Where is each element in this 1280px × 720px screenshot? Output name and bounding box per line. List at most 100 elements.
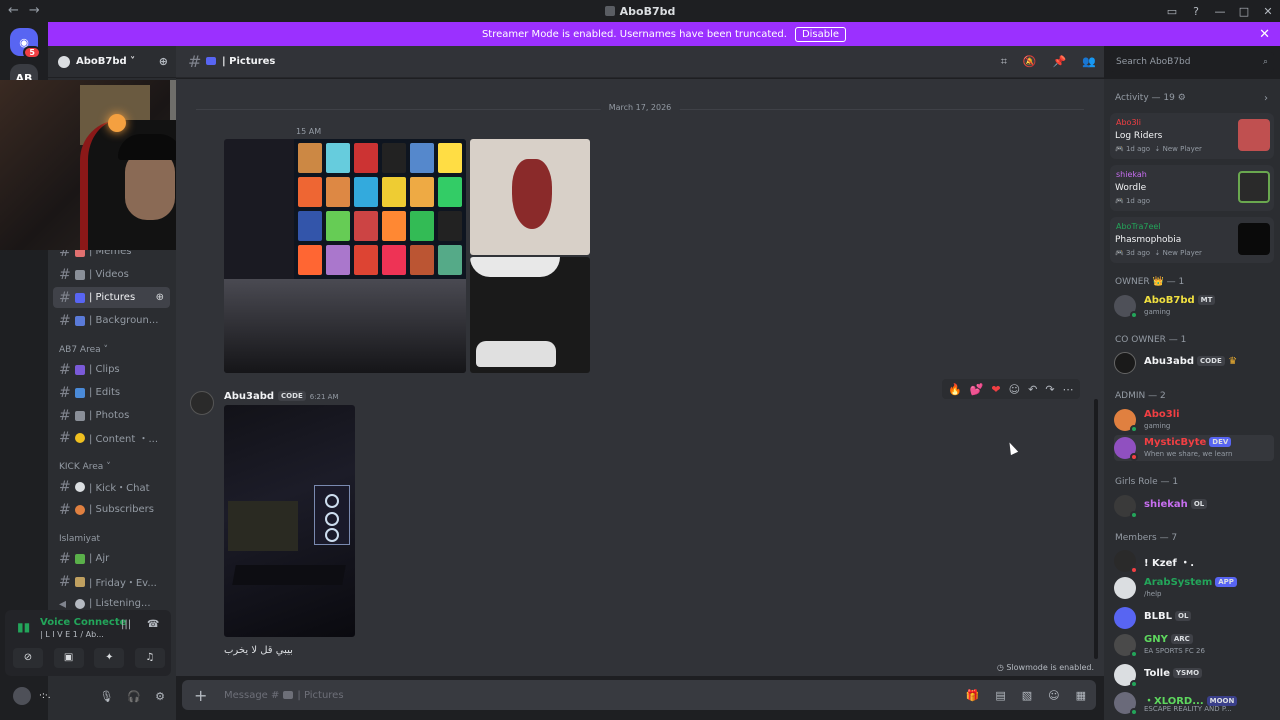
close-icon[interactable]: ✕ <box>1259 27 1270 42</box>
noise-suppression-icon[interactable]: ||| <box>121 619 131 630</box>
pin-icon[interactable]: 📌 <box>1053 55 1067 69</box>
camera-off-icon[interactable]: ⊘ <box>13 648 43 668</box>
chevron-right-icon[interactable]: › <box>1264 93 1268 104</box>
avatar[interactable] <box>190 391 214 415</box>
discord-home-icon[interactable]: ◉ 5 <box>10 28 41 59</box>
category-ab7[interactable]: AB7 Area ˅ <box>59 345 108 355</box>
channel-pictures[interactable]: # | Pictures ⊕ <box>53 287 170 308</box>
settings-gear-icon[interactable]: ⚙ <box>155 690 165 703</box>
webcam-lamp <box>108 114 126 132</box>
member-row[interactable]: ・XLORD... MOON ESCAPE REALITY AND P... <box>1114 690 1274 716</box>
microphone-icon[interactable]: 🎙 <box>99 690 113 703</box>
header-tools: ⌗ 🔕 📌 👥 <box>1001 55 1096 69</box>
channel-ajr[interactable]: # | Ajr <box>53 548 170 569</box>
activity-time: 3d ago <box>1125 249 1151 257</box>
member-row[interactable]: Abo3li gaming <box>1114 407 1274 433</box>
member-row[interactable]: shiekah OL <box>1114 493 1274 519</box>
search-input[interactable]: Search AboB7bd ⌕ <box>1110 52 1274 72</box>
add-reaction-icon[interactable]: ☺ <box>1009 383 1020 396</box>
category-label: KICK Area <box>59 462 104 472</box>
emoji-icon[interactable]: ☺ <box>1048 689 1059 702</box>
voice-channel-name[interactable]: | L I V E 1 / Ab... <box>40 630 104 639</box>
hash-icon: # <box>59 429 71 446</box>
channel-label: | Videos <box>89 269 129 280</box>
channel-kick-chat[interactable]: # | Kick・Chat <box>53 476 170 497</box>
member-row[interactable]: AboB7bd MT gaming <box>1114 293 1274 319</box>
channel-label: | Clips <box>89 364 120 375</box>
activity-header[interactable]: Activity — 19 ⚙ › <box>1115 93 1268 104</box>
add-user-icon[interactable]: ⊕ <box>159 55 168 68</box>
close-window-icon[interactable]: ✕ <box>1256 5 1280 18</box>
members-list-icon[interactable]: 👥 <box>1082 55 1096 69</box>
minimize-icon[interactable]: — <box>1208 5 1232 18</box>
activity-card[interactable]: shiekah Wordle 🎮 1d ago <box>1110 165 1274 211</box>
channel-videos[interactable]: # | Videos <box>53 264 170 285</box>
guild-header[interactable]: AboB7bd ˅ ⊕ <box>48 46 176 78</box>
member-name: MysticByte DEV <box>1144 437 1232 448</box>
gear-icon: ⚙ <box>1177 93 1186 103</box>
member-row[interactable]: ArabSystem APP /help <box>1114 575 1274 601</box>
voice-status[interactable]: Voice Connecte <box>40 617 126 628</box>
banner-text: Streamer Mode is enabled. Usernames have… <box>481 28 787 40</box>
soundboard-icon[interactable]: ♫ <box>134 648 165 668</box>
apps-icon[interactable]: ▦ <box>1076 689 1086 702</box>
webcam-cap <box>118 134 182 160</box>
gallery-image-monitor[interactable] <box>224 139 466 373</box>
channel-subscribers[interactable]: # | Subscribers <box>53 499 170 520</box>
gallery-image-car[interactable] <box>470 257 590 373</box>
notification-bell-icon[interactable]: 🔕 <box>1023 55 1037 69</box>
gif-icon[interactable]: ▤ <box>995 689 1005 702</box>
sticker-icon[interactable]: ▧ <box>1022 689 1032 702</box>
forward-icon[interactable]: ↷ <box>1045 383 1054 396</box>
headphones-icon[interactable]: 🎧 <box>127 690 141 703</box>
member-row[interactable]: ! Kzef ・. <box>1114 548 1274 574</box>
avatar[interactable] <box>13 687 31 705</box>
member-row[interactable]: BLBL OL <box>1114 605 1274 631</box>
fire-reaction-icon[interactable]: 🔥 <box>948 383 962 396</box>
disconnect-icon[interactable]: ☎ <box>147 619 159 630</box>
online-status <box>1130 708 1138 716</box>
activities-icon[interactable]: ✦ <box>94 648 125 668</box>
channel-label: | Pictures <box>89 292 136 303</box>
signal-icon: ▮▮ <box>17 620 31 634</box>
channel-label: | Backgroun... <box>89 315 159 326</box>
hash-icon: # <box>59 573 71 590</box>
activity-card[interactable]: Abo3li Log Riders 🎮 1d ago ⇣ New Player <box>1110 113 1274 159</box>
upload-plus-icon[interactable]: + <box>194 686 207 705</box>
reply-icon[interactable]: ↶ <box>1028 383 1037 396</box>
invite-icon[interactable]: ⊕ <box>156 292 164 303</box>
channel-friday[interactable]: # | Friday・Ev... <box>53 571 170 592</box>
member-row[interactable]: Abu3abd CODE ♛ <box>1114 350 1274 376</box>
guild-tag[interactable]: CODE <box>278 391 306 401</box>
author-name[interactable]: Abu3abd <box>224 391 274 402</box>
gift-icon[interactable]: 🎁 <box>966 689 980 702</box>
disable-button[interactable]: Disable <box>794 26 847 42</box>
channel-clips[interactable]: # | Clips <box>53 359 170 380</box>
message-image[interactable] <box>224 405 355 637</box>
message-composer[interactable]: + Message # | Pictures 🎁 ▤ ▧ ☺ ▦ <box>182 680 1096 710</box>
member-sidebar: Activity — 19 ⚙ › Abo3li Log Riders 🎮 1d … <box>1104 79 1280 720</box>
channel-backgrounds[interactable]: # | Backgroun... <box>53 310 170 331</box>
scrollbar[interactable] <box>1094 399 1098 659</box>
activity-card[interactable]: AboTra7eel Phasmophobia 🎮 3d ago ⇣ New P… <box>1110 217 1274 263</box>
screen-share-icon[interactable]: ▣ <box>53 648 84 668</box>
category-islamiyat[interactable]: Islamiyat <box>59 534 100 544</box>
help-icon[interactable]: ? <box>1184 5 1208 18</box>
search-placeholder: Search AboB7bd <box>1116 57 1191 67</box>
inbox-icon[interactable]: ▭ <box>1160 5 1184 18</box>
more-options-icon[interactable]: ⋯ <box>1063 383 1074 396</box>
hearts-reaction-icon[interactable]: 💕 <box>970 383 984 396</box>
threads-icon[interactable]: ⌗ <box>1001 55 1007 69</box>
heart-reaction-icon[interactable]: ❤ <box>991 383 1000 396</box>
user-name[interactable]: ·:·. <box>39 691 51 701</box>
maximize-icon[interactable]: □ <box>1232 5 1256 18</box>
member-row[interactable]: Tolle YSMO <box>1114 662 1274 688</box>
category-kick[interactable]: KICK Area ˅ <box>59 462 111 472</box>
member-row[interactable]: MysticByte DEV When we share, we learn <box>1114 435 1274 461</box>
channel-content[interactable]: # | Content ・... <box>53 427 170 448</box>
gallery-image-heart-drawing[interactable] <box>470 139 590 255</box>
channel-label: | Ajr <box>89 553 110 564</box>
channel-edits[interactable]: # | Edits <box>53 382 170 403</box>
channel-photos[interactable]: # | Photos <box>53 405 170 426</box>
member-row[interactable]: GNY ARC EA SPORTS FC 26 <box>1114 632 1274 658</box>
